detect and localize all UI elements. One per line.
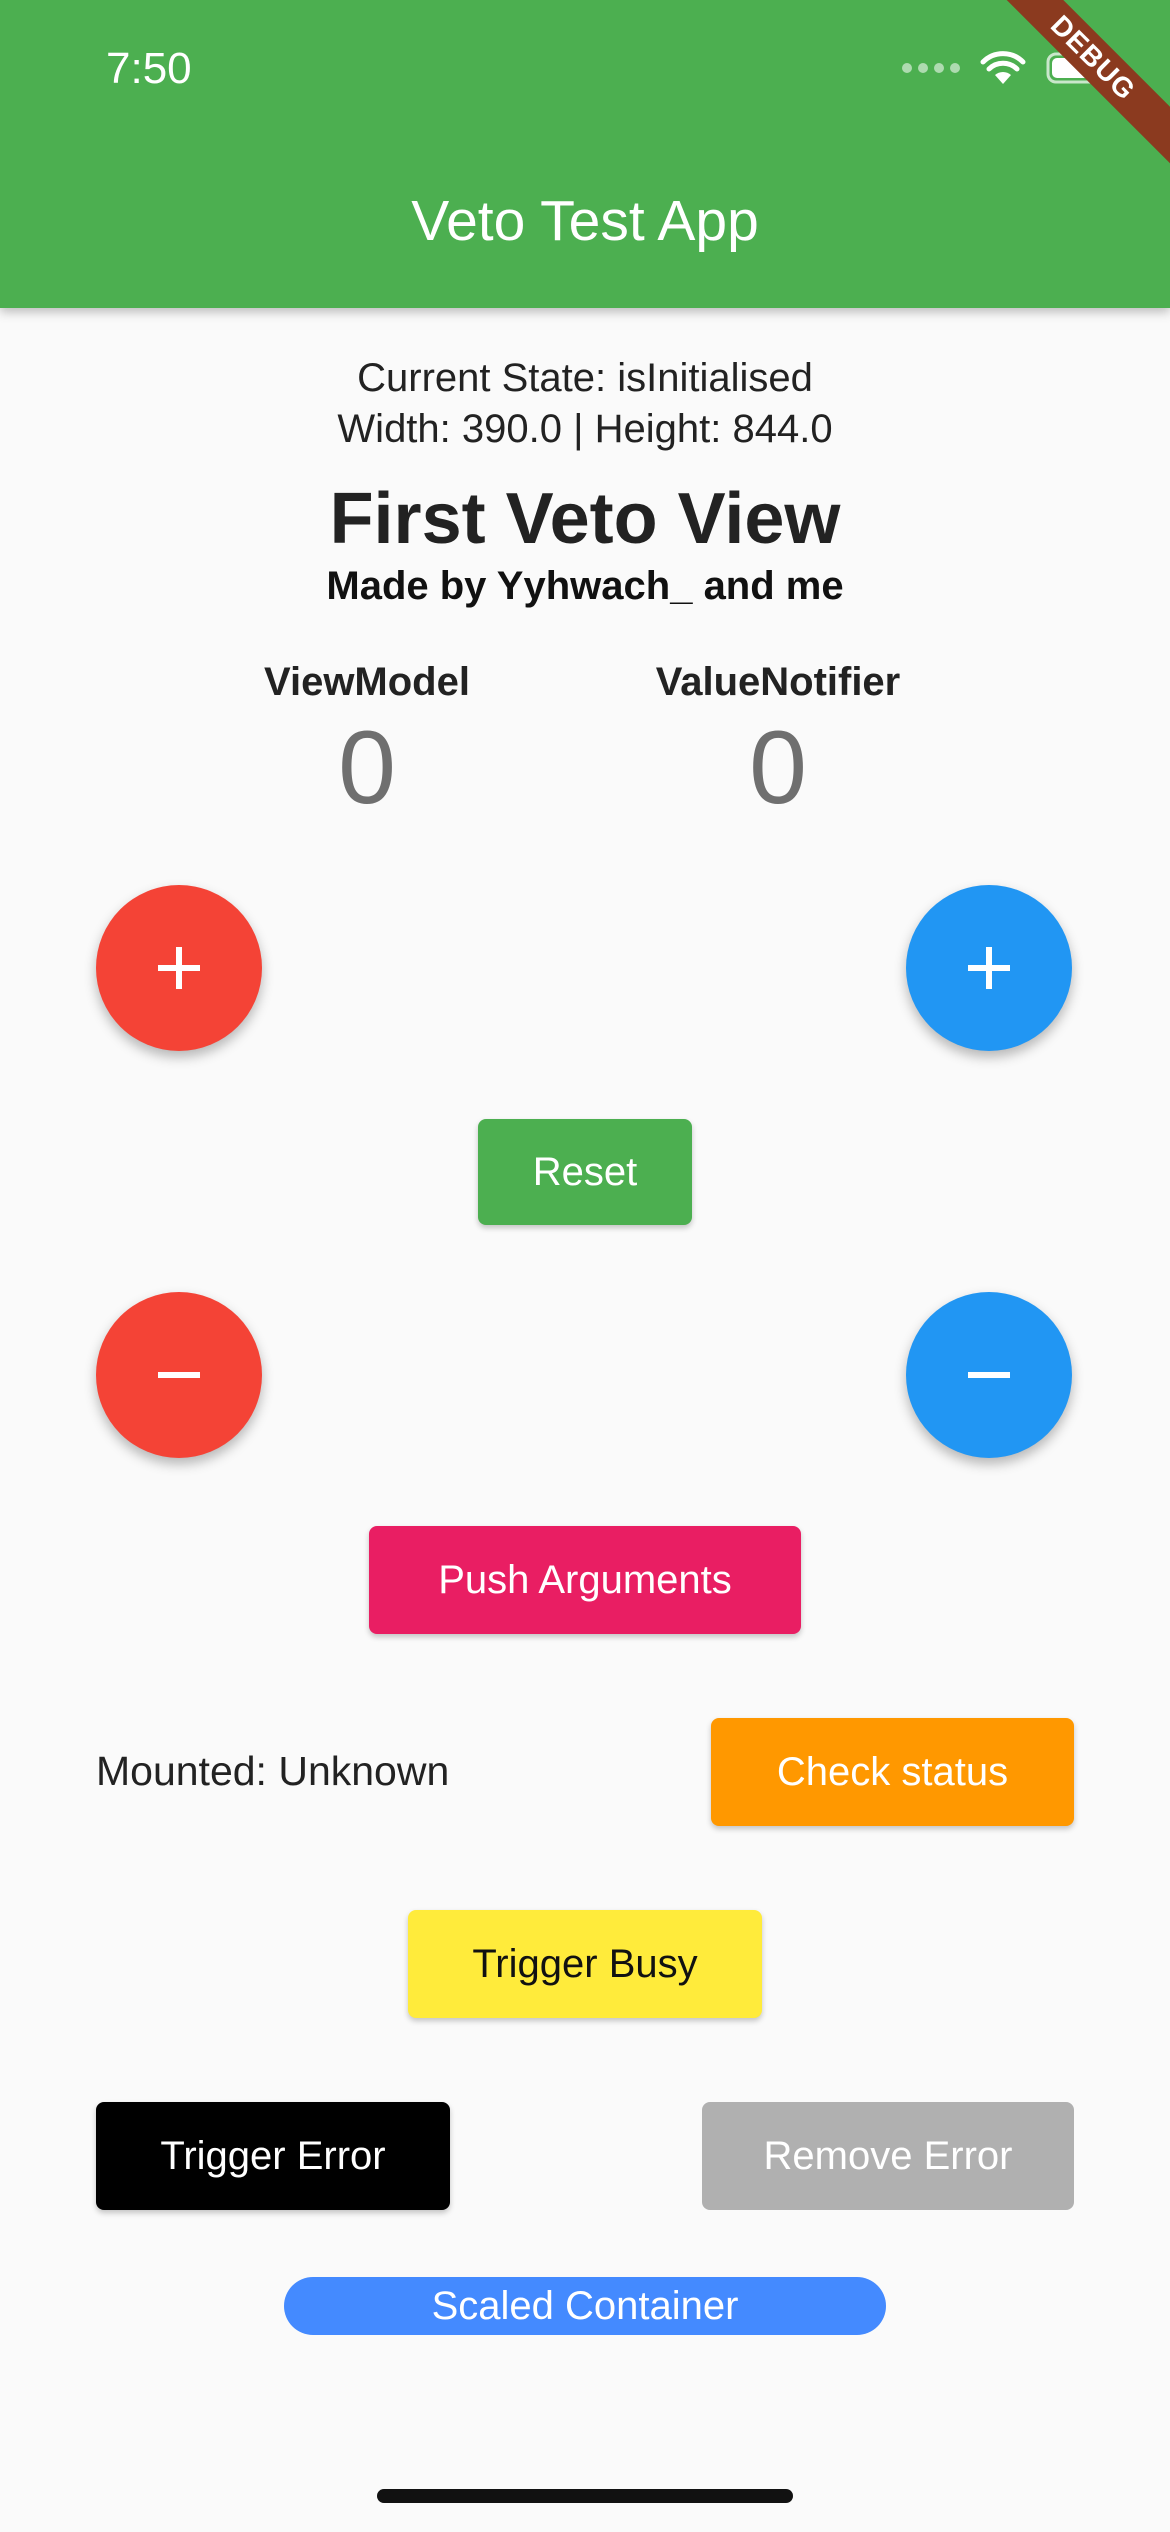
view-title: First Veto View	[329, 479, 841, 559]
plus-icon	[968, 947, 1010, 989]
home-indicator[interactable]	[377, 2489, 793, 2503]
push-arguments-button[interactable]: Push Arguments	[369, 1526, 801, 1634]
value-notifier-label: ValueNotifier	[655, 660, 901, 704]
check-status-button[interactable]: Check status	[711, 1718, 1074, 1826]
trigger-busy-button[interactable]: Trigger Busy	[408, 1910, 762, 2018]
view-model-label: ViewModel	[264, 660, 470, 704]
remove-error-button: Remove Error	[702, 2102, 1074, 2210]
wifi-icon	[980, 51, 1026, 84]
view-model-counter: ViewModel 0	[157, 660, 577, 828]
reset-button[interactable]: Reset	[478, 1119, 692, 1225]
value-notifier-increment-button[interactable]	[906, 885, 1072, 1051]
status-time: 7:50	[106, 44, 192, 93]
scaled-container: Scaled Container	[284, 2277, 886, 2335]
value-notifier-counter: ValueNotifier 0	[568, 660, 988, 828]
app-bar: 7:50 Veto Test App DEBUG	[0, 0, 1170, 308]
current-state-text: Current State: isInitialised	[357, 356, 813, 400]
view-subtitle: Made by Yyhwach_ and me	[326, 564, 844, 608]
view-model-increment-button[interactable]	[96, 885, 262, 1051]
screen-size-text: Width: 390.0 | Height: 844.0	[337, 407, 833, 451]
view-model-decrement-button[interactable]	[96, 1292, 262, 1458]
minus-icon	[158, 1372, 200, 1378]
value-notifier-value: 0	[749, 710, 807, 826]
app-title: Veto Test App	[411, 189, 759, 253]
cellular-signal-icon	[902, 63, 960, 73]
minus-icon	[968, 1372, 1010, 1378]
value-notifier-decrement-button[interactable]	[906, 1292, 1072, 1458]
view-model-value: 0	[338, 710, 396, 826]
mounted-status-text: Mounted: Unknown	[96, 1748, 450, 1794]
plus-icon	[158, 947, 200, 989]
trigger-error-button[interactable]: Trigger Error	[96, 2102, 450, 2210]
